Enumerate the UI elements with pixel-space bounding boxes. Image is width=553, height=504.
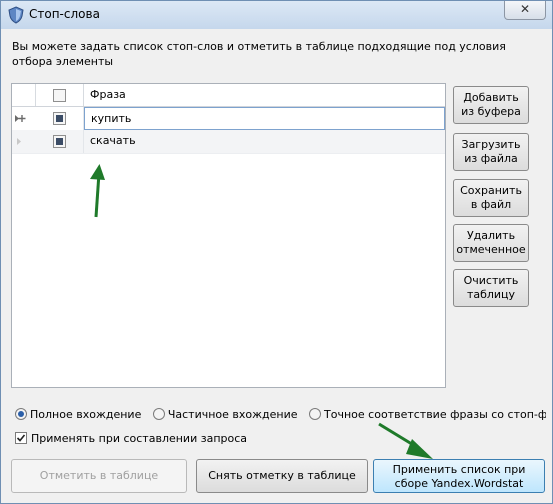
row-checkbox[interactable]	[53, 112, 66, 125]
stopwords-dialog: Стоп-слова ✕ Вы можете задать список сто…	[0, 0, 553, 504]
row-header-column	[12, 84, 36, 106]
delete-marked-button[interactable]: Удалить отмеченное	[453, 224, 529, 262]
button-label: Сохранить	[460, 184, 522, 197]
window-title: Стоп-слова	[29, 7, 100, 21]
row-marker	[12, 107, 36, 130]
button-label: из файла	[464, 152, 518, 165]
phrase-column-header[interactable]: Фраза	[84, 84, 445, 106]
button-label: Очистить	[463, 274, 519, 287]
apply-on-query-checkbox[interactable]	[15, 432, 27, 444]
stopwords-table[interactable]: Фраза купить скачать	[11, 83, 446, 388]
apply-on-query-label: Применять при составлении запроса	[31, 432, 248, 445]
radio-button[interactable]	[309, 408, 322, 420]
row-checkbox[interactable]	[53, 135, 66, 148]
button-label: сборе Yandex.Wordstat	[394, 477, 524, 490]
load-from-file-button[interactable]: Загрузить из файла	[453, 133, 529, 171]
option-partial-match[interactable]: Частичное вхождение	[152, 408, 298, 421]
button-label: из буфера	[461, 105, 521, 118]
option-label: Частичное вхождение	[167, 408, 298, 421]
intro-text: Вы можете задать список стоп-слов и отме…	[12, 40, 506, 68]
button-label: Удалить	[466, 229, 516, 242]
option-label: Полное вхождение	[30, 408, 142, 421]
phrase-cell[interactable]: купить	[84, 107, 445, 130]
button-label: таблицу	[466, 288, 516, 301]
table-row[interactable]: купить	[12, 107, 445, 131]
save-to-file-button[interactable]: Сохранить в файл	[453, 179, 529, 217]
annotation-arrow-down	[378, 422, 433, 459]
table-header: Фраза	[12, 84, 445, 107]
select-all-column	[36, 84, 84, 106]
clear-table-button[interactable]: Очистить таблицу	[453, 269, 529, 307]
select-all-checkbox[interactable]	[53, 89, 66, 102]
row-check-cell	[36, 107, 84, 130]
radio-button[interactable]	[15, 408, 27, 420]
match-mode-options: Полное вхождение Частичное вхождение Точ…	[15, 408, 546, 428]
button-label: в файл	[470, 198, 512, 211]
apply-on-query-checkbox-row[interactable]: Применять при составлении запроса	[15, 432, 247, 445]
unmark-in-table-button[interactable]: Снять отметку в таблице	[196, 459, 368, 493]
phrase-cell[interactable]: скачать	[84, 130, 445, 153]
button-label: Снять отметку в таблице	[208, 469, 356, 482]
annotation-arrow-up	[90, 164, 105, 218]
shield-icon	[7, 6, 25, 24]
title-bar[interactable]: Стоп-слова ✕	[1, 1, 552, 29]
close-button[interactable]: ✕	[504, 1, 546, 20]
button-label: Отметить в таблице	[39, 469, 159, 482]
button-label: отмеченное	[456, 243, 526, 256]
mark-in-table-button[interactable]: Отметить в таблице	[11, 459, 187, 493]
table-row[interactable]: скачать	[12, 130, 445, 154]
apply-list-button[interactable]: Применить список при сборе Yandex.Wordst…	[373, 459, 545, 493]
radio-button[interactable]	[152, 408, 165, 420]
close-icon: ✕	[519, 2, 531, 16]
add-from-clipboard-button[interactable]: Добавить из буфера	[453, 86, 529, 124]
button-label: Загрузить	[461, 138, 521, 151]
button-label: Применить список при	[392, 463, 526, 476]
dialog-body: Вы можете задать список стоп-слов и отме…	[8, 30, 546, 498]
option-full-match[interactable]: Полное вхождение	[15, 408, 141, 421]
checkmark-icon	[16, 434, 26, 442]
row-check-cell	[36, 130, 84, 153]
button-label: Добавить	[463, 91, 519, 104]
row-marker	[12, 130, 36, 153]
